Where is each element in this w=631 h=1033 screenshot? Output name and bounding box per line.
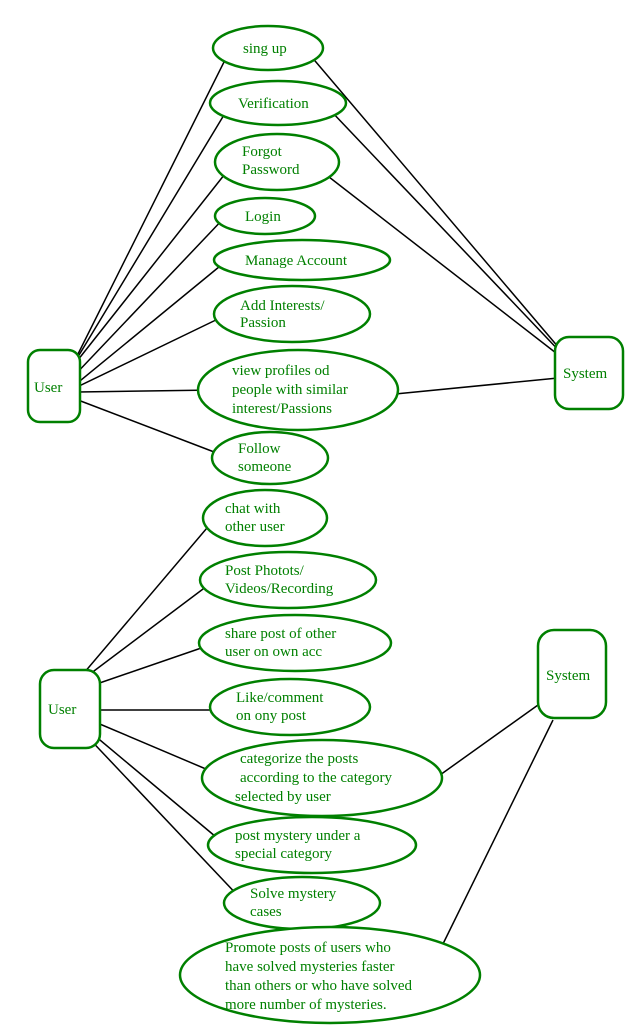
usecase-promote-l3: than others or who have solved — [225, 978, 413, 994]
usecase-follow — [212, 432, 328, 484]
usecase-view-l1: view profiles od — [232, 363, 330, 379]
usecase-follow-l2: someone — [238, 459, 292, 475]
usecase-cat-l1: categorize the posts — [240, 751, 358, 767]
usecase-manage-label: Manage Account — [245, 253, 348, 269]
usecase-like-comment — [210, 679, 370, 735]
edge — [78, 400, 222, 455]
usecase-add-l2: Passion — [240, 315, 286, 331]
usecase-promote-l2: have solved mysteries faster — [225, 959, 395, 975]
usecase-chat — [203, 490, 327, 546]
usecase-share-l2: user on own acc — [225, 644, 322, 660]
actor-user-bottom-label: User — [48, 702, 76, 718]
usecase-add-l1: Add Interests/ — [240, 298, 325, 314]
usecase-myst-l2: special category — [235, 846, 333, 862]
edge — [440, 700, 545, 775]
edge — [385, 378, 558, 395]
usecase-post-media — [200, 552, 376, 608]
usecase-solve-l2: cases — [250, 904, 282, 920]
usecase-like-l1: Like/comment — [236, 690, 324, 706]
usecase-promote-l1: Promote posts of users who — [225, 940, 391, 956]
usecase-post-l1: Post Photots/ — [225, 563, 305, 579]
usecase-diagram: User User System System sing up Verifica… — [0, 0, 631, 1033]
usecase-forgot-l2: Password — [242, 162, 300, 178]
edge — [70, 50, 230, 370]
edge — [78, 390, 215, 392]
usecase-login-label: Login — [245, 209, 281, 225]
usecase-like-l2: on ony post — [236, 708, 307, 724]
usecase-solve-l1: Solve mystery — [250, 886, 337, 902]
usecase-cat-l2: according to the category — [240, 770, 393, 786]
edge — [440, 720, 553, 950]
actor-user-top-label: User — [34, 380, 62, 396]
usecase-share-l1: share post of other — [225, 626, 336, 642]
edge — [83, 732, 242, 900]
edge — [78, 515, 218, 680]
edge — [70, 165, 232, 370]
usecase-share-post — [199, 615, 391, 671]
usecase-promote-l4: more number of mysteries. — [225, 997, 387, 1013]
usecase-chat-l2: other user — [225, 519, 285, 535]
usecase-chat-l1: chat with — [225, 501, 281, 517]
edge — [85, 645, 210, 688]
usecase-view-l2: people with similar — [232, 382, 348, 398]
usecase-post-l2: Videos/Recording — [225, 581, 334, 597]
usecase-myst-l1: post mystery under a — [235, 828, 361, 844]
actor-system-top-label: System — [563, 366, 608, 382]
usecase-forgot-l1: Forgot — [242, 144, 283, 160]
actor-system-bottom-label: System — [546, 668, 591, 684]
usecase-follow-l1: Follow — [238, 441, 281, 457]
usecase-solve-mystery — [224, 877, 380, 929]
edge — [82, 580, 215, 680]
usecase-view-l3: interest/Passions — [232, 401, 332, 417]
usecase-verification-label: Verification — [238, 96, 309, 112]
usecase-post-mystery — [208, 817, 416, 873]
edge — [95, 722, 213, 772]
usecase-cat-l3: selected by user — [235, 789, 331, 805]
usecase-add-interests — [214, 286, 370, 342]
usecase-signup-label: sing up — [243, 41, 287, 57]
